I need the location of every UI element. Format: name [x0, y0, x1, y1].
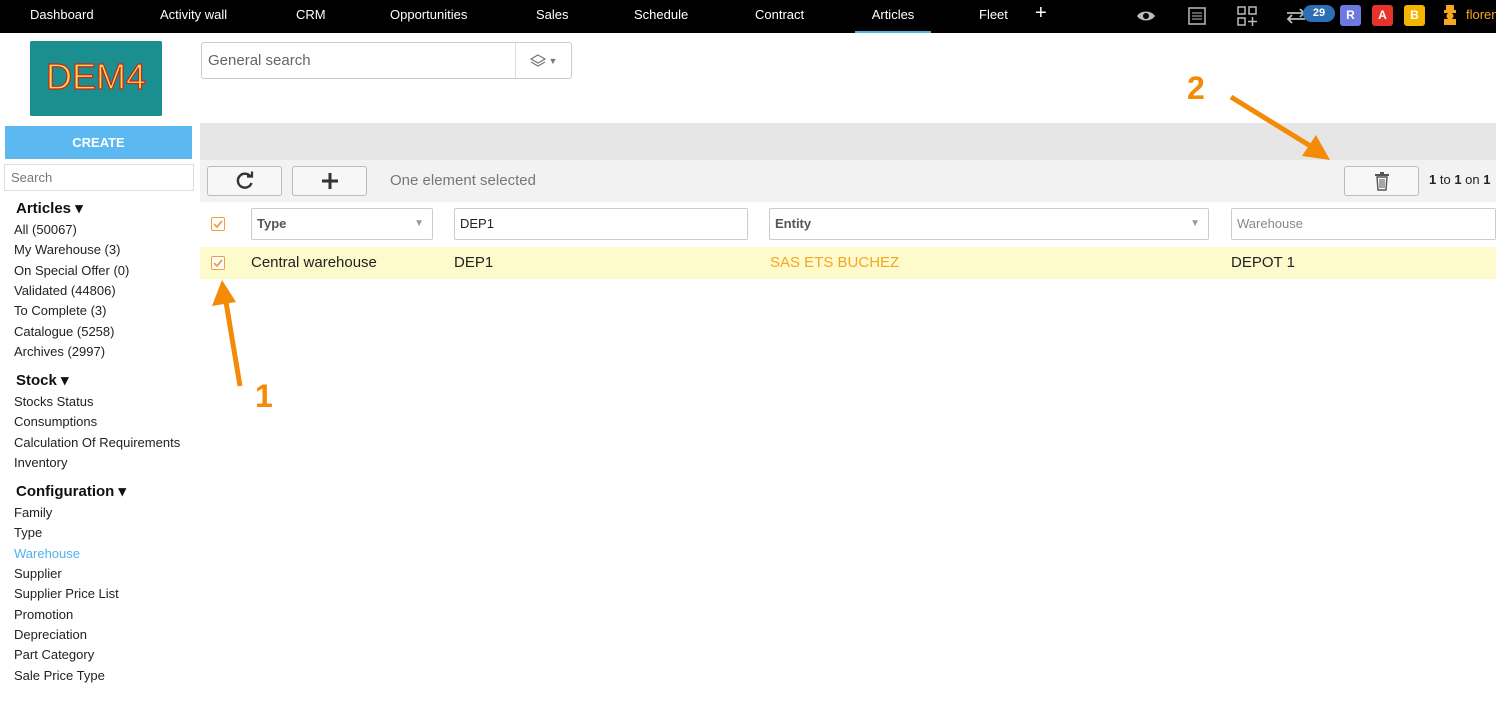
annotation-label-2: 2 [1187, 70, 1205, 106]
annotation-label-1: 1 [255, 378, 273, 414]
annotation-arrow-2 [1229, 94, 1330, 160]
annotation-arrow-1 [212, 280, 243, 387]
annotation-layer [212, 94, 1330, 387]
